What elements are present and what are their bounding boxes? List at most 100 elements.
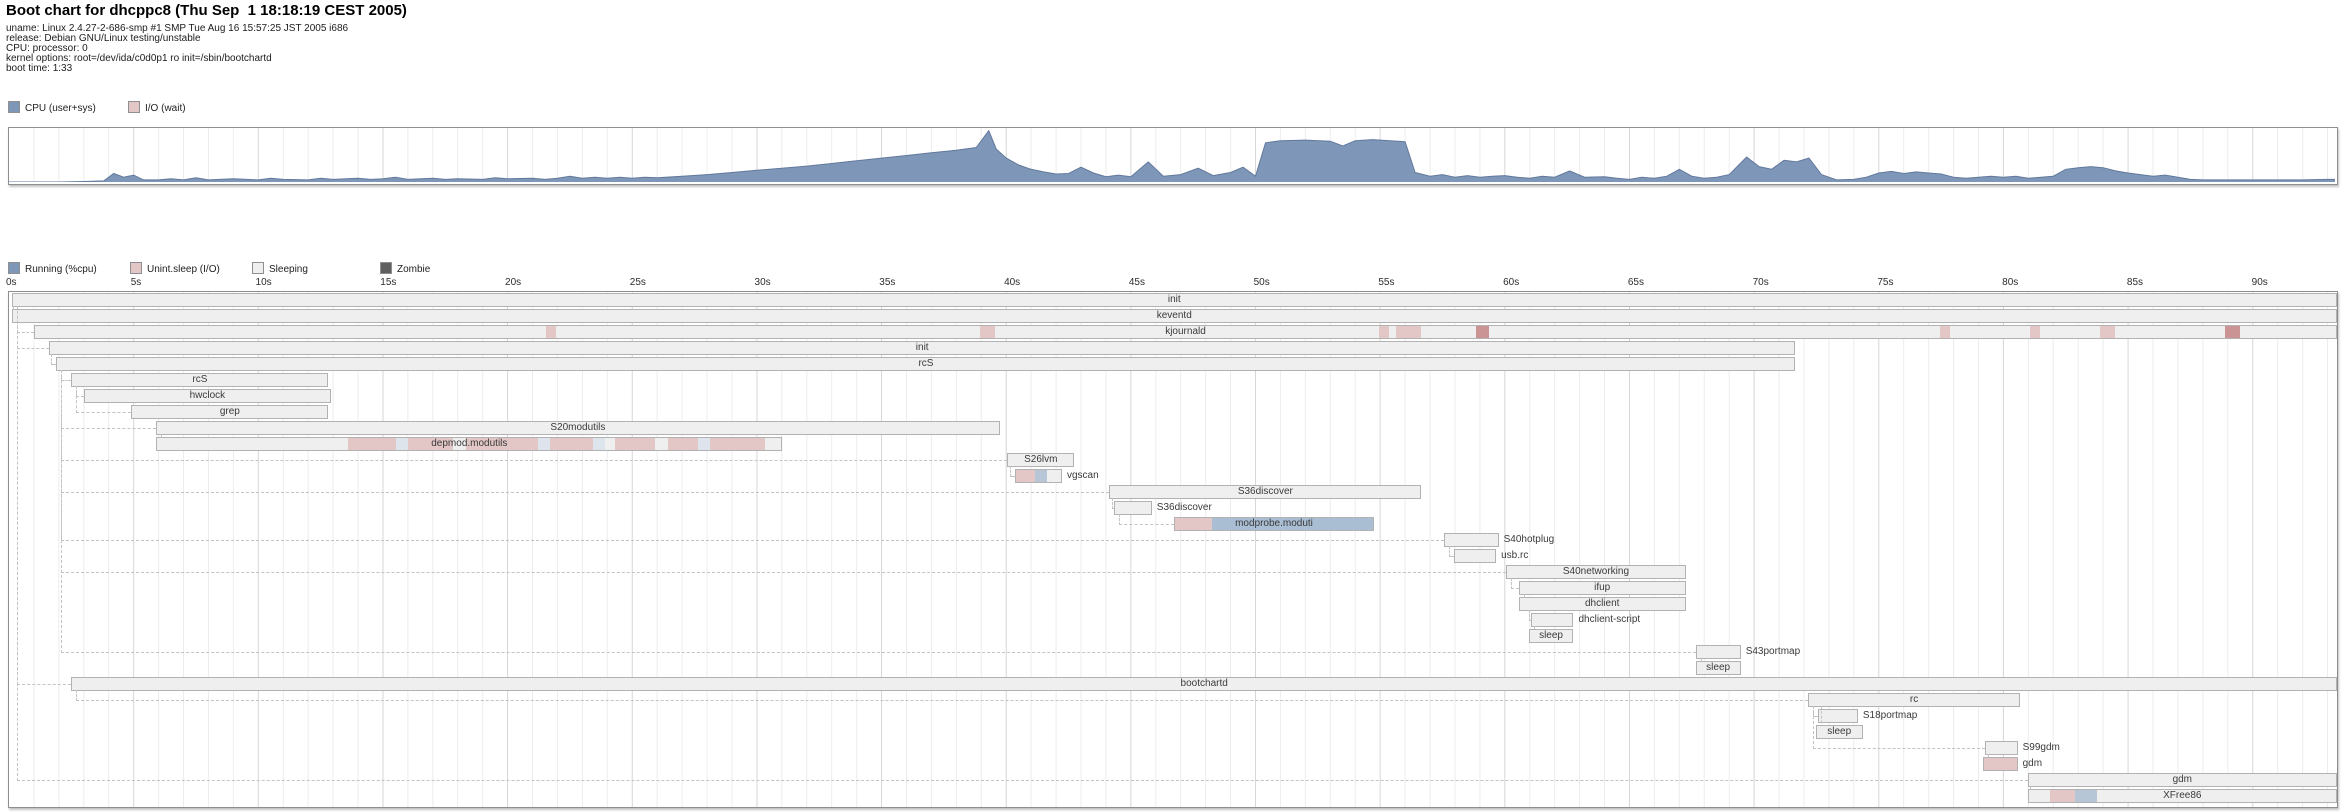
axis-tick-label: 45s [1129, 277, 1145, 288]
cpu-usage-chart [8, 127, 2338, 185]
sleeping-swatch-icon [252, 262, 264, 274]
running-swatch-icon [8, 262, 20, 274]
tree-connector-h [17, 348, 49, 349]
tree-connector-h [17, 780, 2028, 781]
process-bar-bootchartd [71, 677, 2337, 691]
process-bar-rc [1808, 693, 2020, 707]
axis-tick-label: 15s [380, 277, 396, 288]
state-segment-io [348, 438, 395, 450]
tree-connector-h [76, 396, 84, 397]
process-bar-modprobe-moduti [1174, 517, 1374, 531]
state-segment-io [1015, 470, 1035, 482]
page-title: Boot chart for dhcppc8 (Thu Sep 1 18:18:… [6, 2, 407, 19]
state-segment-io [1983, 758, 2018, 770]
axis-tick-label: 5s [131, 277, 142, 288]
process-bar-s18portmap [1818, 709, 1858, 723]
state-segment-io [550, 438, 592, 450]
cpu-usage-plot [9, 128, 2335, 182]
state-segment-sl2 [396, 438, 409, 450]
legend-item-cpu-user-sys-: CPU (user+sys) [8, 101, 96, 114]
process-bar-usb-rc [1454, 549, 1496, 563]
legend-item-unint-sleep-i-o-: Unint.sleep (I/O) [130, 262, 220, 275]
axis-tick-label: 25s [630, 277, 646, 288]
tree-connector-v [51, 354, 52, 365]
process-bar-vgscan [1015, 469, 1062, 483]
tree-connector-h [61, 572, 1506, 573]
tree-connector-h [1511, 588, 1519, 589]
process-bar-rcs [71, 373, 328, 387]
process-bar-s99gdm [1985, 741, 2017, 755]
legend-label: Zombie [397, 264, 430, 275]
state-segment-io [546, 326, 556, 338]
state-segment-sl2 [538, 438, 551, 450]
axis-tick-label: 65s [1628, 277, 1644, 288]
meta-boot-time: boot time: 1:33 [6, 64, 72, 74]
state-segment-io [710, 438, 765, 450]
running-swatch-icon [8, 101, 20, 113]
process-bar-depmod-modutils [156, 437, 782, 451]
axis-tick-label: 90s [2252, 277, 2268, 288]
legend-label: Unint.sleep (I/O) [147, 264, 220, 275]
axis-tick-label: 35s [879, 277, 895, 288]
legend-label: I/O (wait) [145, 103, 186, 114]
tree-connector-h [1119, 524, 1174, 525]
state-segment-run [1212, 518, 1374, 530]
io-swatch-icon [130, 262, 142, 274]
process-bar-dhclient [1519, 597, 1686, 611]
tree-connector-v [61, 370, 62, 653]
tree-connector-h [1813, 748, 1985, 749]
process-bar-s36discover [1114, 501, 1151, 515]
zombie-swatch-icon [380, 262, 392, 274]
state-segment-io [2100, 326, 2115, 338]
axis-tick-label: 50s [1254, 277, 1270, 288]
process-bar-xfree86 [2028, 789, 2337, 803]
tree-connector-v [1529, 610, 1530, 621]
process-bar-s26lvm [1007, 453, 1074, 467]
tree-connector-v [17, 306, 18, 781]
process-bar-s20modutils [156, 421, 999, 435]
bootchart-page: { "header": { "title": "Boot chart for d… [0, 0, 2347, 812]
axis-tick-label: 20s [505, 277, 521, 288]
tree-connector-v [1112, 498, 1113, 509]
state-segment-io [1940, 326, 1950, 338]
legend-item-running-cpu-: Running (%cpu) [8, 262, 97, 275]
tree-connector-v [1119, 514, 1120, 525]
state-segment-io [2030, 326, 2040, 338]
tree-connector-h [61, 460, 1007, 461]
process-bar-gdm [2028, 773, 2337, 787]
state-segment-sl2 [698, 438, 711, 450]
tree-connector-h [61, 492, 1109, 493]
process-bar-s40hotplug [1444, 533, 1499, 547]
process-bar-sleep [1529, 629, 1574, 643]
state-segment-io [1396, 326, 1421, 338]
axis-tick-label: 30s [755, 277, 771, 288]
process-bar-sleep [1816, 725, 1863, 739]
tree-connector-h [17, 332, 35, 333]
state-segment-io [408, 438, 453, 450]
tree-connector-v [76, 386, 77, 413]
process-bar-init [49, 341, 1796, 355]
legend-label: Sleeping [269, 264, 308, 275]
tree-connector-v [76, 690, 77, 701]
state-segment-io [615, 438, 655, 450]
process-bar-dhclient-script [1531, 613, 1573, 627]
axis-tick-label: 0s [6, 277, 17, 288]
process-bar-gdm [1983, 757, 2018, 771]
legend-label: CPU (user+sys) [25, 103, 96, 114]
tree-connector-h [61, 652, 1695, 653]
process-bar-s43portmap [1696, 645, 1741, 659]
legend-label: Running (%cpu) [25, 264, 97, 275]
process-bar-s40networking [1506, 565, 1686, 579]
axis-tick-label: 85s [2127, 277, 2143, 288]
axis-tick-label: 60s [1503, 277, 1519, 288]
tree-connector-h [61, 540, 1443, 541]
state-segment-io [2050, 790, 2075, 802]
process-bar-grep [131, 405, 328, 419]
process-bar-hwclock [84, 389, 331, 403]
tree-connector-v [1449, 546, 1450, 557]
process-bar-kjournald [34, 325, 2337, 339]
process-bar-s36discover [1109, 485, 1421, 499]
state-segment-io [1379, 326, 1389, 338]
cpu-chart-legend: CPU (user+sys) I/O (wait) [8, 101, 608, 113]
state-segment-iod [2225, 326, 2240, 338]
